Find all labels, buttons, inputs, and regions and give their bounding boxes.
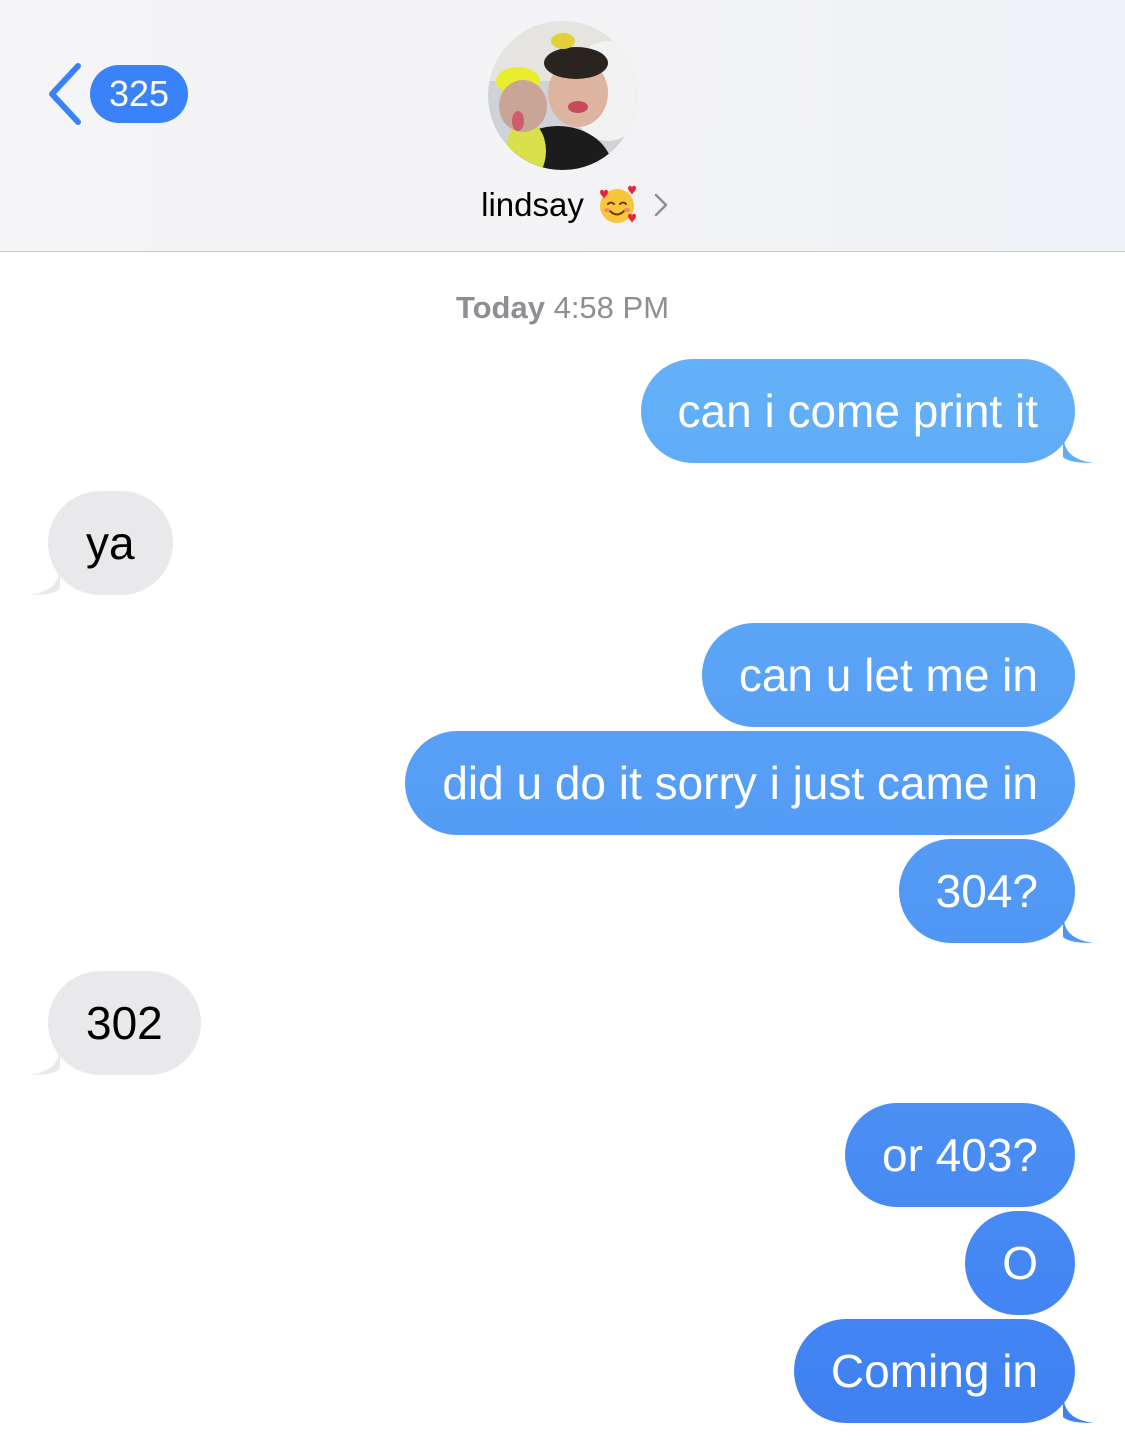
- bubble-tail: [30, 1043, 60, 1075]
- message-bubble-received[interactable]: ya: [30, 491, 173, 595]
- back-button[interactable]: 325: [44, 62, 188, 126]
- thread-timestamp: Today 4:58 PM: [0, 290, 1125, 326]
- message-text: can i come print it: [677, 385, 1038, 437]
- bubble-tail: [1063, 911, 1093, 943]
- smiling-face-with-hearts-icon: [599, 185, 636, 223]
- message-bubble-sent[interactable]: O: [965, 1211, 1075, 1315]
- bubble-tail: [1063, 431, 1093, 463]
- message-text: ya: [86, 517, 135, 569]
- message-bubble-received[interactable]: 302: [30, 971, 201, 1075]
- bubble-tail: [30, 563, 60, 595]
- message-text: 304?: [935, 865, 1038, 917]
- contact-details-button[interactable]: lindsay: [0, 178, 1125, 232]
- timestamp-day: Today: [455, 290, 545, 325]
- message-text: 302: [86, 997, 163, 1049]
- conversation-header: 325 lindsay: [0, 0, 1125, 252]
- chevron-left-icon: [49, 63, 81, 125]
- message-bubble-sent[interactable]: or 403?: [844, 1103, 1075, 1207]
- message-text: did u do it sorry i just came in: [442, 757, 1038, 809]
- message-text: or 403?: [881, 1129, 1038, 1181]
- message-text: can u let me in: [738, 649, 1038, 701]
- unread-count-badge: 325: [90, 65, 188, 123]
- message-text: Coming in: [830, 1345, 1038, 1397]
- message-text: O: [1002, 1237, 1038, 1289]
- contact-photo: [488, 21, 637, 170]
- timestamp-time: 4:58 PM: [553, 290, 670, 325]
- contact-name: lindsay: [481, 186, 584, 223]
- chevron-right-icon: [654, 193, 668, 217]
- bubble-tail: [1063, 1391, 1093, 1423]
- avatar[interactable]: [488, 21, 637, 170]
- message-bubble-sent[interactable]: 304?: [898, 839, 1093, 943]
- message-bubble-sent[interactable]: Coming in: [793, 1319, 1093, 1423]
- message-bubble-sent[interactable]: can u let me in: [701, 623, 1075, 727]
- message-bubble-sent[interactable]: can i come print it: [640, 359, 1093, 463]
- message-bubble-sent[interactable]: did u do it sorry i just came in: [405, 731, 1075, 835]
